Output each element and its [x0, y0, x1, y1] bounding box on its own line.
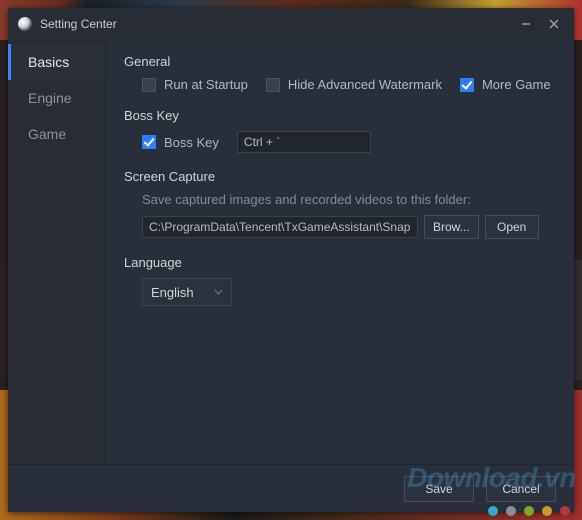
- checkbox-label: More Game: [482, 77, 551, 92]
- cancel-button[interactable]: Cancel: [486, 476, 556, 502]
- capture-desc: Save captured images and recorded videos…: [142, 192, 556, 207]
- settings-window: Setting Center Basics Engine Game Genera…: [8, 8, 574, 512]
- bosskey-input[interactable]: [237, 131, 371, 153]
- checkbox-box-icon: [142, 78, 156, 92]
- dot-icon: [506, 506, 516, 516]
- checkbox-run-startup[interactable]: Run at Startup: [142, 77, 248, 92]
- section-heading-general: General: [124, 54, 556, 69]
- close-icon: [549, 19, 559, 29]
- checkbox-label: Hide Advanced Watermark: [288, 77, 442, 92]
- minimize-button[interactable]: [512, 11, 540, 37]
- dot-icon: [560, 506, 570, 516]
- pager-dots: [488, 506, 570, 516]
- dot-icon: [542, 506, 552, 516]
- capture-path-input[interactable]: [142, 216, 418, 238]
- save-button[interactable]: Save: [404, 476, 474, 502]
- checkbox-label: Boss Key: [164, 135, 219, 150]
- checkbox-more-game[interactable]: More Game: [460, 77, 551, 92]
- section-heading-capture: Screen Capture: [124, 169, 556, 184]
- language-select[interactable]: English: [142, 278, 232, 306]
- checkbox-hide-watermark[interactable]: Hide Advanced Watermark: [266, 77, 442, 92]
- dot-icon: [524, 506, 534, 516]
- window-title: Setting Center: [40, 17, 512, 31]
- chevron-down-icon: [214, 289, 223, 295]
- checkbox-box-icon: [460, 78, 474, 92]
- settings-content: General Run at Startup Hide Advanced Wat…: [106, 40, 574, 464]
- checkbox-label: Run at Startup: [164, 77, 248, 92]
- minimize-icon: [521, 19, 531, 29]
- checkbox-box-icon: [266, 78, 280, 92]
- app-icon: [18, 17, 32, 31]
- section-heading-language: Language: [124, 255, 556, 270]
- dot-icon: [488, 506, 498, 516]
- section-heading-bosskey: Boss Key: [124, 108, 556, 123]
- checkbox-box-icon: [142, 135, 156, 149]
- browse-button[interactable]: Brow...: [424, 215, 479, 239]
- language-selected: English: [151, 285, 194, 300]
- titlebar: Setting Center: [8, 8, 574, 40]
- footer: Save Cancel: [8, 464, 574, 512]
- tab-game[interactable]: Game: [8, 116, 105, 152]
- window-controls: [512, 11, 568, 37]
- settings-sidebar: Basics Engine Game: [8, 40, 106, 464]
- tab-basics[interactable]: Basics: [8, 44, 105, 80]
- checkbox-bosskey[interactable]: Boss Key: [142, 135, 219, 150]
- open-button[interactable]: Open: [485, 215, 539, 239]
- tab-engine[interactable]: Engine: [8, 80, 105, 116]
- close-button[interactable]: [540, 11, 568, 37]
